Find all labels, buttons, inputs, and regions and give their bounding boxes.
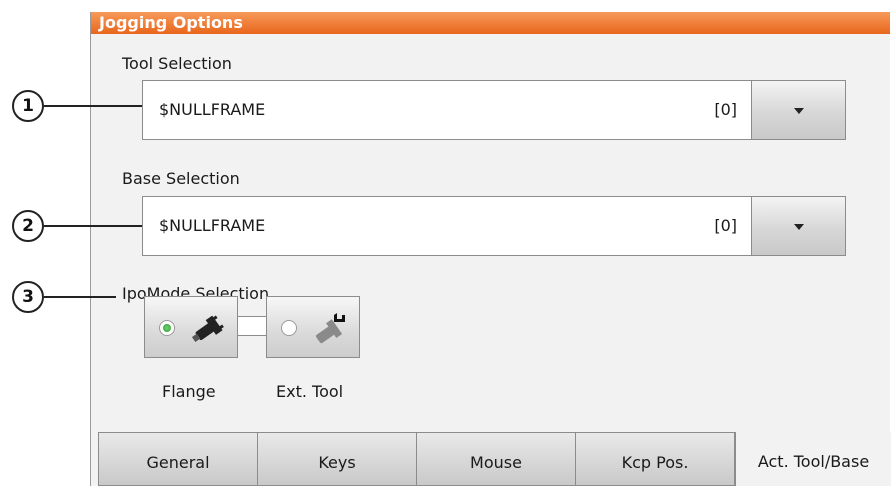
callout-3-leader <box>44 296 116 298</box>
base-selection-index: [0] <box>714 216 737 235</box>
callout-1-leader <box>44 105 142 107</box>
tab-general[interactable]: General <box>98 432 258 486</box>
ipomode-flange-button[interactable] <box>144 296 238 358</box>
callout-3: 3 <box>12 281 44 313</box>
base-selection-combo[interactable]: $NULLFRAME [0] <box>142 196 891 256</box>
tab-kcp-pos[interactable]: Kcp Pos. <box>575 432 735 486</box>
tool-selection-combo[interactable]: $NULLFRAME [0] <box>142 80 891 140</box>
tab-keys[interactable]: Keys <box>257 432 417 486</box>
base-selection-value: $NULLFRAME <box>159 216 266 235</box>
ipomode-flange-label: Flange <box>162 382 216 401</box>
chevron-down-icon <box>794 108 804 114</box>
ipomode-button-connector <box>237 316 267 336</box>
tool-selection-value: $NULLFRAME <box>159 100 266 119</box>
ipomode-external-tool-button[interactable] <box>266 296 360 358</box>
base-selection-label: Base Selection <box>122 169 240 188</box>
external-tool-icon <box>316 313 345 344</box>
tool-selection-label: Tool Selection <box>122 54 232 73</box>
window-title: Jogging Options <box>91 12 890 34</box>
callout-2: 2 <box>12 210 44 242</box>
callout-2-leader <box>44 225 142 227</box>
tool-selection-index: [0] <box>714 100 737 119</box>
tab-act-tool-base[interactable]: Act. Tool/Base <box>735 432 891 486</box>
base-selection-dropdown-button[interactable] <box>752 196 846 256</box>
external-tool-radio[interactable] <box>281 320 297 336</box>
callout-1: 1 <box>12 90 44 122</box>
tab-bar: General Keys Mouse Kcp Pos. Act. Tool/Ba… <box>98 432 891 486</box>
chevron-down-icon <box>794 224 804 230</box>
tool-selection-field[interactable]: $NULLFRAME [0] <box>142 80 752 140</box>
flange-robot-icon <box>191 315 224 343</box>
tool-selection-dropdown-button[interactable] <box>752 80 846 140</box>
base-selection-field[interactable]: $NULLFRAME [0] <box>142 196 752 256</box>
flange-radio[interactable] <box>159 320 175 336</box>
ipomode-external-tool-label: Ext. Tool <box>276 382 344 401</box>
tab-mouse[interactable]: Mouse <box>416 432 576 486</box>
